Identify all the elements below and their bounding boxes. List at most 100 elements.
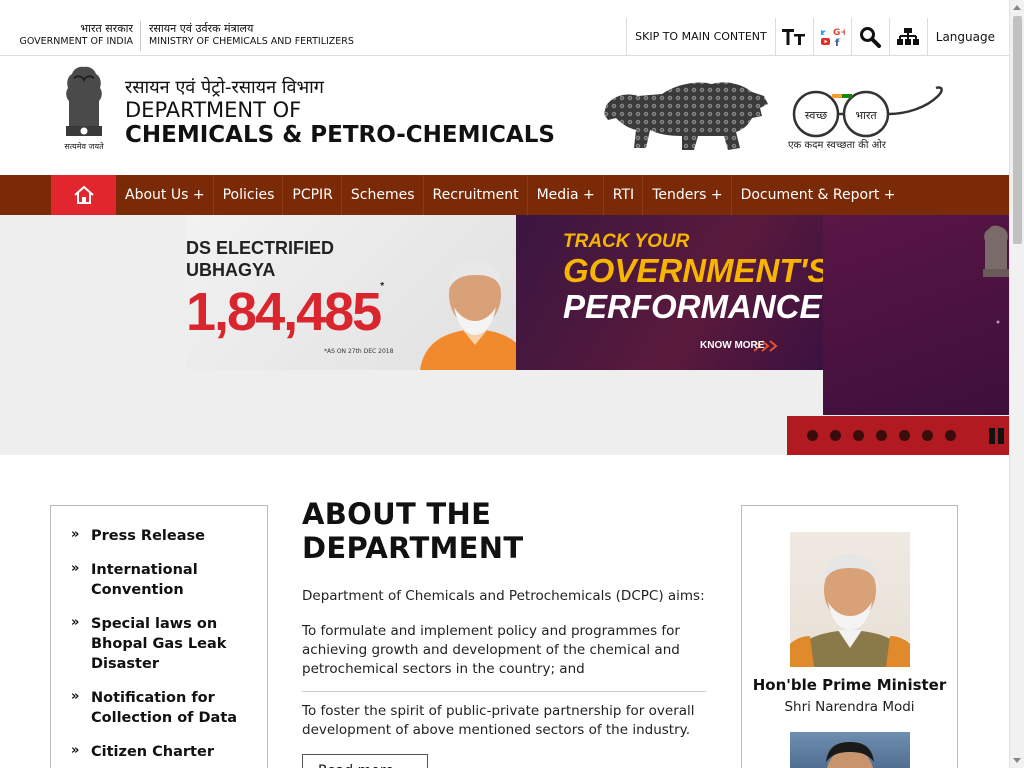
home-button[interactable] bbox=[51, 175, 116, 215]
carousel-dot-1[interactable] bbox=[807, 430, 818, 441]
search-icon bbox=[860, 26, 882, 48]
next-slide-preview bbox=[823, 215, 1009, 415]
gov-hindi: भारत सरकार bbox=[80, 22, 133, 35]
electrified-text: DS ELECTRIFIED UBHAGYA bbox=[186, 237, 334, 281]
about-heading: ABOUT THE DEPARTMENT bbox=[302, 497, 524, 565]
quick-links-list: » Press Release » International Conventi… bbox=[51, 506, 267, 762]
skip-to-main-content-link[interactable]: SKIP TO MAIN CONTENT bbox=[626, 18, 775, 55]
ministry-hindi: रसायन एवं उर्वरक मंत्रालय bbox=[149, 22, 254, 35]
scroll-down-icon[interactable] bbox=[1013, 758, 1021, 763]
about-point-2: To foster the spirit of public-private p… bbox=[302, 703, 695, 738]
scrollbar-thumb[interactable] bbox=[1013, 16, 1022, 244]
text-size-icon bbox=[782, 28, 806, 45]
banner-carousel: DS ELECTRIFIED UBHAGYA 1,84,485* *AS ON … bbox=[0, 215, 1009, 455]
quick-link-label: Notification for Collection of Data bbox=[91, 690, 238, 726]
quick-link-label: Press Release bbox=[91, 528, 205, 544]
read-more-button[interactable]: Read more ... bbox=[302, 754, 428, 768]
svg-text:G+: G+ bbox=[833, 28, 845, 38]
ministry-label: रसायन एवं उर्वरक मंत्रालय MINISTRY OF CH… bbox=[149, 22, 354, 48]
home-icon bbox=[73, 185, 94, 204]
as-of-date: *AS ON 27th DEC 2018 bbox=[324, 348, 394, 355]
about-point-1: To formulate and implement policy and pr… bbox=[302, 623, 680, 677]
household-count: 1,84,485* bbox=[186, 281, 384, 343]
quick-link-label: Special laws on Bhopal Gas Leak Disaster bbox=[91, 616, 227, 672]
pm-title: Hon'ble Prime Minister bbox=[752, 676, 947, 694]
carousel-pager bbox=[787, 416, 1009, 455]
minister-photo bbox=[790, 732, 910, 768]
quick-link-international-convention[interactable]: » International Convention bbox=[71, 560, 257, 600]
title-hindi: रसायन एवं पेट्रो-रसायन विभाग bbox=[125, 77, 324, 98]
swachh-word-1: स्वच्छ bbox=[805, 109, 827, 122]
title-line-2: CHEMICALS & PETRO-CHEMICALS bbox=[125, 122, 555, 148]
about-intro: Department of Chemicals and Petrochemica… bbox=[302, 588, 705, 604]
ministry-english: MINISTRY OF CHEMICALS AND FERTILIZERS bbox=[149, 36, 354, 47]
double-chevron-icon: » bbox=[71, 527, 80, 542]
double-chevron-icon: » bbox=[71, 689, 80, 704]
swachh-bharat-logo[interactable]: स्वच्छ भारत एक कदम स्वच्छता की ओर bbox=[786, 80, 948, 152]
quick-link-press-release[interactable]: » Press Release bbox=[71, 526, 257, 546]
know-more-link[interactable]: KNOW MORE bbox=[700, 340, 764, 351]
nav-policies[interactable]: Policies bbox=[214, 175, 284, 215]
pause-icon-bar bbox=[998, 428, 1004, 444]
sitemap-button[interactable] bbox=[888, 18, 927, 55]
make-in-india-lion-logo[interactable] bbox=[602, 78, 770, 154]
divider bbox=[140, 21, 141, 51]
pm-photo bbox=[790, 532, 910, 667]
nav-recruitment[interactable]: Recruitment bbox=[424, 175, 528, 215]
social-media-icon: G+ f bbox=[821, 28, 845, 48]
title-line-1: DEPARTMENT OF bbox=[125, 98, 302, 122]
quick-link-bhopal-gas[interactable]: » Special laws on Bhopal Gas Leak Disast… bbox=[71, 614, 257, 674]
pause-button[interactable] bbox=[989, 428, 1005, 444]
carousel-dot-4[interactable] bbox=[876, 430, 887, 441]
nav-schemes[interactable]: Schemes bbox=[342, 175, 424, 215]
carousel-dot-2[interactable] bbox=[830, 430, 841, 441]
svg-text:f: f bbox=[835, 38, 840, 48]
text-size-button[interactable] bbox=[774, 18, 813, 55]
main-navigation: About Us + Policies PCPIR Schemes Recrui… bbox=[0, 175, 1009, 215]
swachh-word-2: भारत bbox=[855, 109, 877, 122]
carousel-dot-6[interactable] bbox=[922, 430, 933, 441]
nav-media[interactable]: Media + bbox=[528, 175, 604, 215]
carousel-dot-5[interactable] bbox=[899, 430, 910, 441]
nav-document-report[interactable]: Document & Report + bbox=[732, 175, 904, 215]
pm-name: Shri Narendra Modi bbox=[784, 699, 915, 715]
pause-icon bbox=[989, 428, 995, 444]
nav-rti[interactable]: RTI bbox=[604, 175, 644, 215]
language-selector[interactable]: Language bbox=[926, 18, 1009, 55]
about-section: ABOUT THE DEPARTMENT Department of Chemi… bbox=[302, 497, 706, 768]
quick-link-notification[interactable]: » Notification for Collection of Data bbox=[71, 688, 257, 728]
social-media-button[interactable]: G+ f bbox=[812, 18, 851, 55]
quick-link-label: International Convention bbox=[91, 562, 198, 598]
track-line-2: GOVERNMENT'S bbox=[563, 252, 823, 289]
star-icon bbox=[996, 320, 1000, 324]
quick-link-citizen-charter[interactable]: » Citizen Charter bbox=[71, 742, 257, 762]
government-of-india-label: भारत सरकार GOVERNMENT OF INDIA bbox=[15, 22, 134, 48]
banner-slide[interactable]: DS ELECTRIFIED UBHAGYA 1,84,485* *AS ON … bbox=[186, 215, 823, 370]
count-value: 1,84,485 bbox=[186, 282, 382, 342]
carousel-dot-3[interactable] bbox=[853, 430, 864, 441]
banner-line-1: DS ELECTRIFIED bbox=[186, 238, 335, 258]
track-line-3: PERFORMANCE bbox=[563, 288, 822, 325]
top-tools: SKIP TO MAIN CONTENT G+ f Language bbox=[626, 18, 1009, 55]
leaders-panel: Hon'ble Prime Minister Shri Narendra Mod… bbox=[741, 505, 958, 768]
department-title[interactable]: रसायन एवं पेट्रो-रसायन विभाग DEPARTMENT … bbox=[125, 77, 555, 148]
swachh-caption: एक कदम स्वच्छता की ओर bbox=[788, 139, 887, 151]
nav-pcpir[interactable]: PCPIR bbox=[283, 175, 342, 215]
national-emblem-logo[interactable]: सत्यमेव जयते bbox=[54, 66, 114, 152]
page-scrollbar[interactable] bbox=[1009, 0, 1024, 768]
sitemap-icon bbox=[897, 27, 920, 45]
site-header: सत्यमेव जयते रसायन एवं पेट्रो-रसायन विभा… bbox=[0, 56, 1009, 175]
carousel-dot-7[interactable] bbox=[945, 430, 956, 441]
search-button[interactable] bbox=[850, 18, 889, 55]
nav-tenders[interactable]: Tenders + bbox=[643, 175, 732, 215]
gov-english: GOVERNMENT OF INDIA bbox=[19, 36, 134, 47]
quick-link-label: Citizen Charter bbox=[91, 744, 214, 760]
track-line-1: TRACK YOUR bbox=[563, 231, 690, 252]
double-chevron-icon: » bbox=[71, 615, 80, 630]
emblem-icon bbox=[983, 225, 1009, 277]
pm-portrait-image bbox=[790, 554, 910, 667]
minister-portrait-image bbox=[826, 742, 874, 768]
nav-about-us[interactable]: About Us + bbox=[116, 175, 214, 215]
nav-items: About Us + Policies PCPIR Schemes Recrui… bbox=[116, 175, 904, 215]
scroll-up-icon[interactable] bbox=[1013, 5, 1021, 10]
